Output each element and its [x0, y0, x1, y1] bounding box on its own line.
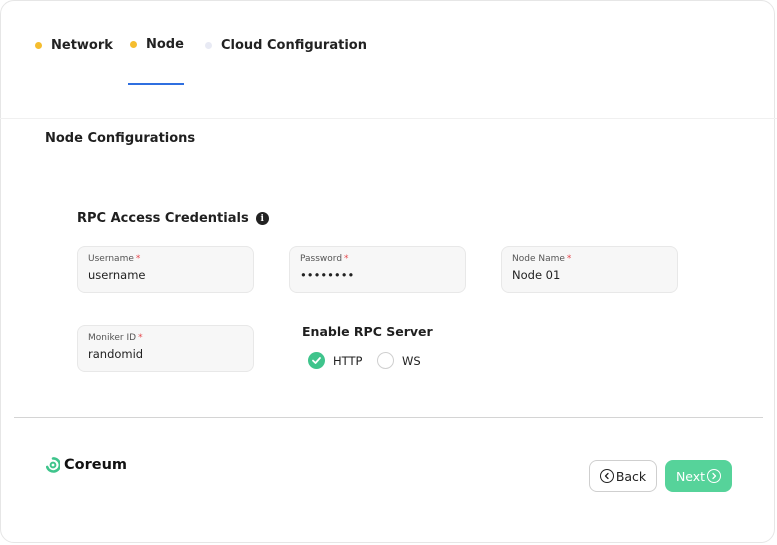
status-dot-icon: [205, 42, 212, 49]
radio-label: WS: [402, 353, 421, 368]
node-name-label: Node Name *: [512, 254, 572, 264]
radio-http[interactable]: HTTP: [308, 352, 362, 369]
section-title: Node Configurations: [45, 131, 196, 146]
step-tabs: Network Node Cloud Configuration: [0, 0, 777, 119]
tab-network[interactable]: Network: [35, 38, 113, 53]
chevron-left-icon: [599, 469, 614, 483]
coreum-logo-icon: [46, 457, 60, 473]
tab-node[interactable]: Node: [130, 37, 184, 52]
credentials-title-text: RPC Access Credentials: [77, 211, 249, 226]
brand-logo: Coreum: [46, 457, 127, 473]
rpc-server-title: Enable RPC Server: [302, 324, 433, 339]
username-input[interactable]: [88, 268, 238, 282]
username-label: Username *: [88, 254, 141, 264]
active-tab-indicator: [128, 83, 184, 85]
status-dot-icon: [130, 41, 137, 48]
tab-cloud-configuration[interactable]: Cloud Configuration: [205, 38, 367, 53]
password-field[interactable]: Password *: [289, 246, 466, 293]
tab-label: Cloud Configuration: [221, 38, 367, 53]
tab-label: Network: [51, 38, 113, 53]
back-button[interactable]: Back: [589, 460, 657, 492]
status-dot-icon: [35, 42, 42, 49]
back-label: Back: [615, 468, 647, 484]
brand-name: Coreum: [64, 457, 128, 473]
node-name-field[interactable]: Node Name *: [501, 246, 678, 293]
info-icon[interactable]: i: [255, 212, 269, 225]
radio-empty-icon: [377, 352, 394, 369]
radio-ws[interactable]: WS: [377, 352, 421, 369]
password-input[interactable]: [300, 268, 450, 282]
chevron-right-icon: [707, 469, 722, 483]
moniker-id-field[interactable]: Moniker ID *: [77, 325, 254, 372]
moniker-id-label: Moniker ID *: [88, 333, 143, 343]
check-icon: [308, 352, 325, 369]
password-label: Password *: [300, 254, 349, 264]
username-field[interactable]: Username *: [77, 246, 254, 293]
credentials-title: RPC Access Credentials i: [77, 211, 269, 226]
next-label: Next: [675, 468, 706, 484]
radio-label: HTTP: [333, 353, 363, 368]
moniker-id-input[interactable]: [88, 347, 238, 361]
footer-divider: [14, 417, 763, 418]
node-name-input[interactable]: [512, 268, 662, 282]
tab-label: Node: [146, 37, 184, 52]
next-button[interactable]: Next: [665, 460, 732, 492]
